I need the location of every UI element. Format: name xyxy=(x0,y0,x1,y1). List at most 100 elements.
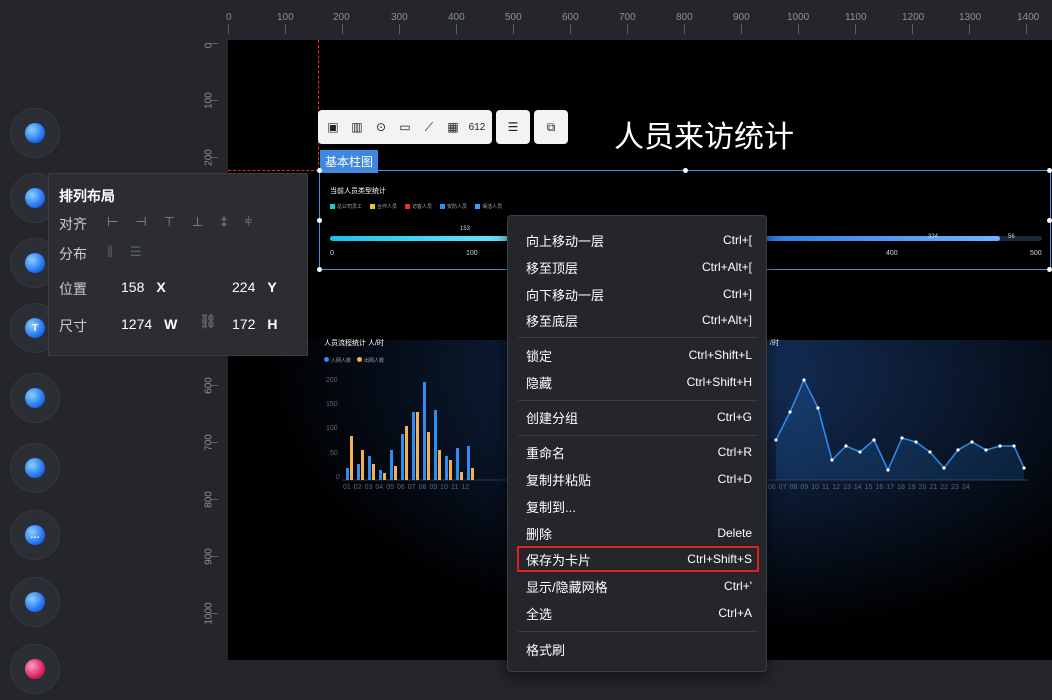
resize-handle[interactable] xyxy=(1047,267,1052,272)
menu-hide[interactable]: 隐藏 Ctrl+Shift+H xyxy=(518,370,758,394)
ruler-label: 100 xyxy=(277,12,294,23)
dock-record-button[interactable] xyxy=(10,644,60,694)
menu-separator xyxy=(518,337,758,338)
multi-bar-icon[interactable]: ▦ xyxy=(444,118,462,136)
legend-item: 安防人员 xyxy=(440,203,467,210)
media-icon xyxy=(25,188,45,208)
panel-title: 排列布局 xyxy=(59,188,115,204)
align-bottom-icon[interactable]: ⊥ xyxy=(192,214,203,230)
chart3-line xyxy=(768,378,1028,481)
chart2-legend: 入网人数 出网人数 xyxy=(324,357,384,364)
layout-properties-panel: 排列布局 对齐 ⊢ ⊣ ⊤ ⊥ ‡ ⫩ 分布 ⫼ ☰ 位置 158 X 224 Y … xyxy=(48,173,308,356)
y-tick: 100 xyxy=(326,425,338,432)
menu-move-up[interactable]: 向上移动一层 Ctrl+[ xyxy=(518,228,758,252)
ruler-tick xyxy=(210,100,218,101)
image-icon[interactable]: ▣ xyxy=(324,118,342,136)
distribute-buttons: ⫼ ☰ xyxy=(107,244,142,260)
align-left-icon[interactable]: ⊢ xyxy=(107,214,118,230)
menu-save-as-card[interactable]: 保存为卡片 Ctrl+Shift+S xyxy=(517,546,759,572)
y-field[interactable]: 224 Y xyxy=(232,274,277,300)
distribute-label: 分布 xyxy=(59,246,87,262)
link-button[interactable]: ⧉ xyxy=(534,110,568,144)
chart3-title: /时 xyxy=(770,340,779,347)
resize-handle[interactable] xyxy=(1047,218,1052,223)
chart1-title: 当前人员类型统计 xyxy=(330,188,386,195)
resize-handle[interactable] xyxy=(317,267,322,272)
menu-copy-to[interactable]: 复制到... xyxy=(518,494,758,518)
lock-ratio-icon[interactable]: ⛓ xyxy=(199,313,217,330)
ruler-label: 1000 xyxy=(787,12,810,23)
resize-handle[interactable] xyxy=(1047,168,1052,173)
distribute-vertical-icon[interactable]: ☰ xyxy=(130,244,142,260)
ruler-tick xyxy=(210,556,218,557)
align-hcenter-icon[interactable]: ⊣ xyxy=(135,214,146,230)
more-icon: … xyxy=(25,525,45,545)
axis-label: 400 xyxy=(886,250,898,257)
ruler-tick xyxy=(513,24,514,34)
bar-chart-icon[interactable]: ▥ xyxy=(348,118,366,136)
ruler-tick xyxy=(627,24,628,34)
ruler-tick xyxy=(210,157,218,158)
distribute-horizontal-icon[interactable]: ⫼ xyxy=(107,244,113,260)
align-vcenter-icon[interactable]: ‡ xyxy=(220,214,227,230)
legend-item: 保洁人员 xyxy=(475,203,502,210)
line-chart-icon[interactable]: ⟋ xyxy=(420,118,438,136)
ruler-label: 800 xyxy=(676,12,693,23)
dock-navigation-button[interactable] xyxy=(10,577,60,627)
ruler-tick xyxy=(969,24,970,34)
ruler-label: 1200 xyxy=(902,12,925,23)
widget-toolbar: ▣ ▥ ⊙ ▭ ⟋ ▦ 612 ☰ ⧉ xyxy=(318,110,568,144)
menu-separator xyxy=(518,631,758,632)
gear-icon xyxy=(25,388,45,408)
dock-chart-button[interactable] xyxy=(10,108,60,158)
dock-more-button[interactable]: … xyxy=(10,510,60,560)
menu-toggle-grid[interactable]: 显示/隐藏网格 Ctrl+' xyxy=(518,574,758,598)
menu-duplicate[interactable]: 复制并粘贴 Ctrl+D xyxy=(518,467,758,491)
menu-delete[interactable]: 删除 Delete xyxy=(518,521,758,545)
ruler-label: 200 xyxy=(333,12,350,23)
chart2-title: 人员流程统计 人/时 xyxy=(324,340,384,347)
menu-rename[interactable]: 重命名 Ctrl+R xyxy=(518,440,758,464)
ruler-tick xyxy=(285,24,286,34)
menu-select-all[interactable]: 全选 Ctrl+A xyxy=(518,601,758,625)
dock-gear-button[interactable] xyxy=(10,373,60,423)
ruler-tick xyxy=(741,24,742,34)
height-field[interactable]: 172 H xyxy=(232,311,277,337)
menu-create-group[interactable]: 创建分组 Ctrl+G xyxy=(518,405,758,429)
context-menu: 向上移动一层 Ctrl+[ 移至顶层 Ctrl+Alt+[ 向下移动一层 Ctrl+]… xyxy=(507,215,767,672)
menu-lock[interactable]: 锁定 Ctrl+Shift+L xyxy=(518,343,758,367)
chart-icon xyxy=(25,123,45,143)
chart1-legend: 总公司员工 合作人员 访客人员 安防人员 保洁人员 xyxy=(330,203,502,210)
menu-move-down[interactable]: 向下移动一层 Ctrl+] xyxy=(518,282,758,306)
widget-title: 人员来访统计 xyxy=(614,121,794,154)
resize-handle[interactable] xyxy=(683,168,688,173)
ruler-tick xyxy=(798,24,799,34)
ruler-tick xyxy=(684,24,685,34)
menu-bring-to-front[interactable]: 移至顶层 Ctrl+Alt+[ xyxy=(518,255,758,279)
resize-handle[interactable] xyxy=(317,218,322,223)
align-middle-icon[interactable]: ⫩ xyxy=(245,214,252,230)
number-icon[interactable]: 612 xyxy=(468,118,486,136)
bar-value: 324 xyxy=(928,234,939,240)
menu-format-painter[interactable]: 格式刷 xyxy=(518,637,758,661)
x-field[interactable]: 158 X xyxy=(121,274,166,300)
bar-value: 153 xyxy=(460,226,471,232)
eye-target-icon[interactable]: ⊙ xyxy=(372,118,390,136)
align-top-icon[interactable]: ⊤ xyxy=(164,214,175,230)
globe-icon xyxy=(25,458,45,478)
position-label: 位置 xyxy=(59,281,87,297)
chart2-bars xyxy=(346,382,474,480)
ruler-tick xyxy=(912,24,913,34)
map-icon xyxy=(25,253,45,273)
dock-globe-button[interactable] xyxy=(10,443,60,493)
y-tick: 150 xyxy=(326,401,338,408)
data-button[interactable]: ☰ xyxy=(496,110,530,144)
comment-icon[interactable]: ▭ xyxy=(396,118,414,136)
legend-item: 访客人员 xyxy=(405,203,432,210)
resize-handle[interactable] xyxy=(317,168,322,173)
width-field[interactable]: 1274 W xyxy=(121,311,177,337)
menu-send-to-back[interactable]: 移至底层 Ctrl+Alt+] xyxy=(518,308,758,332)
axis-label: 0 xyxy=(330,250,334,257)
axis-label: 500 xyxy=(1030,250,1042,257)
guide-horizontal xyxy=(228,170,319,171)
